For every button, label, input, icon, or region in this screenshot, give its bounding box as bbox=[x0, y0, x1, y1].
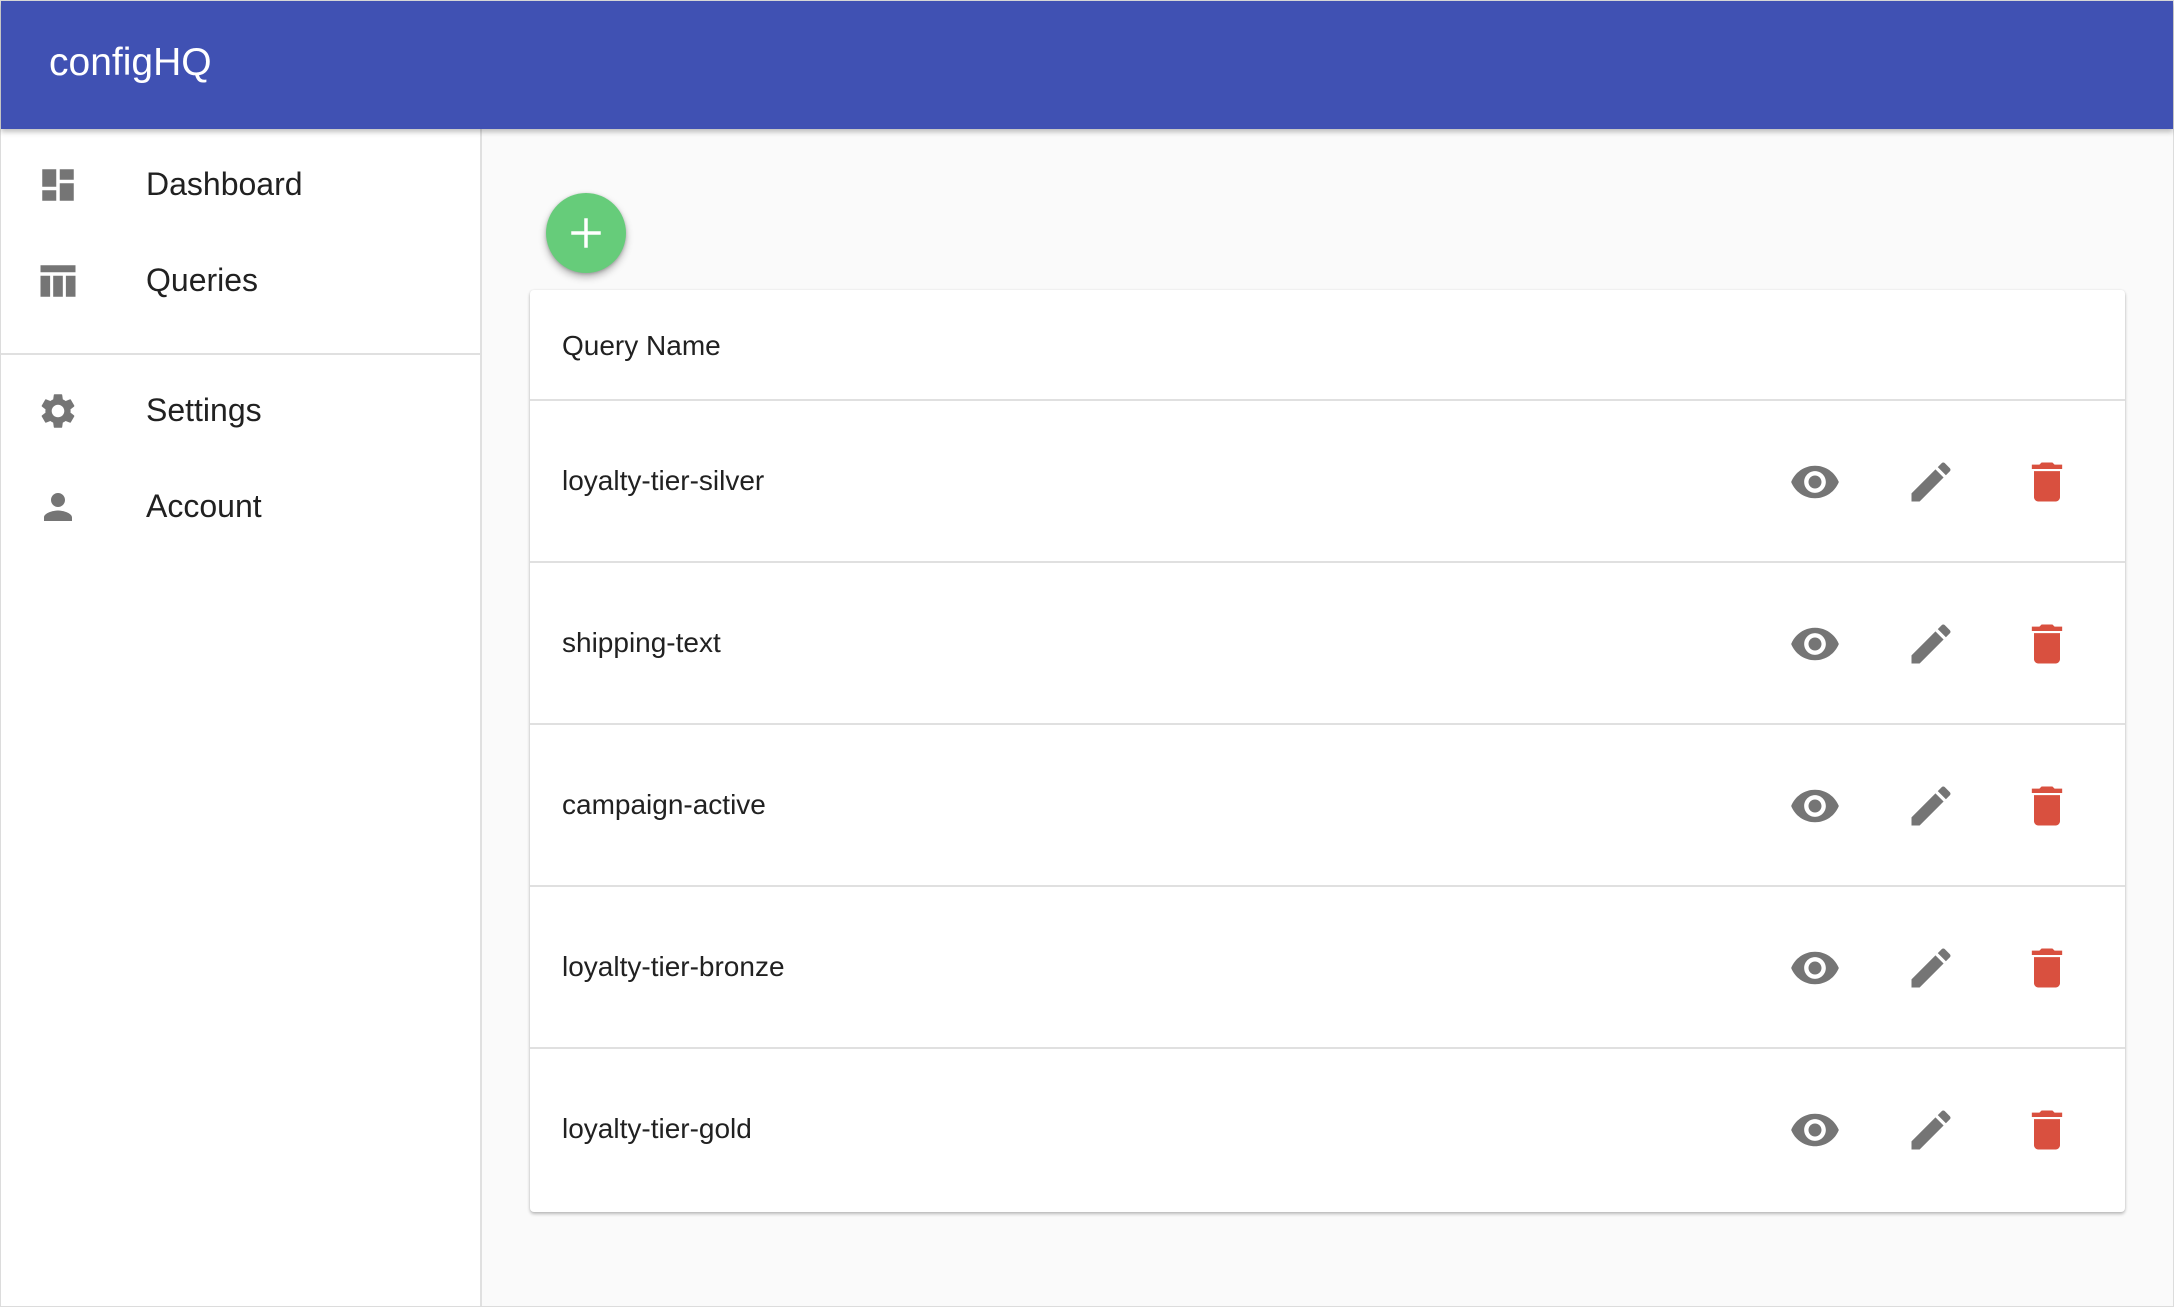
app-bar: configHQ bbox=[1, 1, 2173, 129]
query-name: loyalty-tier-bronze bbox=[562, 951, 785, 982]
trash-icon bbox=[2031, 462, 2063, 502]
pencil-icon bbox=[1911, 462, 1951, 502]
pencil-icon bbox=[1911, 624, 1951, 664]
edit-button[interactable] bbox=[1905, 942, 1957, 994]
table-icon bbox=[37, 260, 79, 302]
trash-icon bbox=[2031, 624, 2063, 664]
view-button[interactable] bbox=[1789, 1104, 1841, 1156]
edit-button[interactable] bbox=[1905, 780, 1957, 832]
pencil-icon bbox=[1911, 948, 1951, 988]
sidebar: Dashboard Queries Settings Account bbox=[1, 129, 482, 1306]
view-button[interactable] bbox=[1789, 780, 1841, 832]
person-icon bbox=[37, 486, 79, 528]
delete-button[interactable] bbox=[2021, 1104, 2073, 1156]
sidebar-item-label: Settings bbox=[146, 392, 262, 428]
eye-icon bbox=[1791, 627, 1839, 661]
eye-icon bbox=[1791, 465, 1839, 499]
delete-button[interactable] bbox=[2021, 618, 2073, 670]
plus-icon bbox=[571, 218, 601, 248]
eye-icon bbox=[1791, 789, 1839, 823]
sidebar-item-label: Queries bbox=[146, 262, 259, 298]
sidebar-item-settings[interactable]: Settings bbox=[1, 366, 480, 454]
column-header-query-name: Query Name bbox=[562, 330, 721, 361]
view-button[interactable] bbox=[1789, 618, 1841, 670]
add-query-button[interactable] bbox=[546, 193, 626, 273]
table-row: loyalty-tier-gold bbox=[530, 1049, 2125, 1211]
query-name: loyalty-tier-gold bbox=[562, 1113, 752, 1144]
query-name: loyalty-tier-silver bbox=[562, 465, 765, 496]
pencil-icon bbox=[1911, 786, 1951, 826]
table-header: Query Name bbox=[530, 290, 2125, 401]
trash-icon bbox=[2031, 786, 2063, 826]
trash-icon bbox=[2031, 948, 2063, 988]
view-button[interactable] bbox=[1789, 942, 1841, 994]
table-row: shipping-text bbox=[530, 563, 2125, 725]
sidebar-item-label: Dashboard bbox=[146, 166, 303, 202]
app-window: configHQ Dashboard Queries Settings Acco… bbox=[0, 0, 2174, 1307]
sidebar-item-dashboard[interactable]: Dashboard bbox=[1, 140, 480, 228]
app-title: configHQ bbox=[49, 41, 212, 84]
delete-button[interactable] bbox=[2021, 780, 2073, 832]
view-button[interactable] bbox=[1789, 456, 1841, 508]
query-name: shipping-text bbox=[562, 627, 721, 658]
eye-icon bbox=[1791, 1113, 1839, 1147]
table-row: loyalty-tier-bronze bbox=[530, 887, 2125, 1049]
pencil-icon bbox=[1911, 1110, 1951, 1150]
table-row: campaign-active bbox=[530, 725, 2125, 887]
delete-button[interactable] bbox=[2021, 942, 2073, 994]
queries-table: Query Name loyalty-tier-silver shipping-… bbox=[530, 290, 2125, 1212]
eye-icon bbox=[1791, 951, 1839, 985]
query-name: campaign-active bbox=[562, 789, 766, 820]
dashboard-icon bbox=[37, 164, 79, 206]
sidebar-divider bbox=[1, 353, 480, 355]
edit-button[interactable] bbox=[1905, 1104, 1957, 1156]
edit-button[interactable] bbox=[1905, 618, 1957, 670]
gear-icon bbox=[37, 390, 79, 432]
edit-button[interactable] bbox=[1905, 456, 1957, 508]
sidebar-item-label: Account bbox=[146, 488, 262, 524]
table-body: loyalty-tier-silver shipping-text campai… bbox=[530, 401, 2125, 1211]
delete-button[interactable] bbox=[2021, 456, 2073, 508]
table-row: loyalty-tier-silver bbox=[530, 401, 2125, 563]
sidebar-item-queries[interactable]: Queries bbox=[1, 236, 480, 324]
trash-icon bbox=[2031, 1110, 2063, 1150]
sidebar-item-account[interactable]: Account bbox=[1, 462, 480, 550]
